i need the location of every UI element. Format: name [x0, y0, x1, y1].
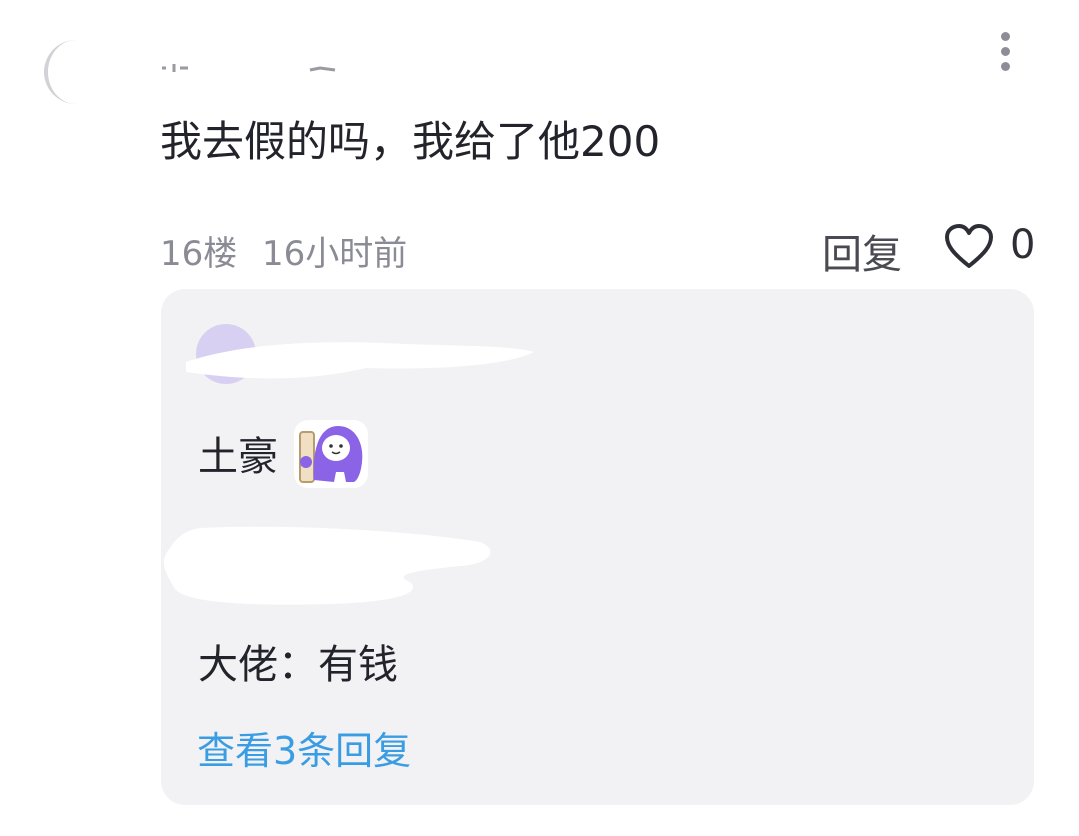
comment-time: 16小时前: [262, 234, 408, 274]
like-count: 0: [1010, 222, 1036, 268]
view-more-replies-link[interactable]: 查看3条回复: [197, 720, 411, 775]
reply-text-1: 土豪: [198, 434, 278, 480]
purple-mascot-sticker-icon: [294, 420, 368, 488]
more-options-icon[interactable]: [996, 32, 1014, 76]
reply-text-2: 大佬：有钱: [198, 642, 398, 688]
floor-number: 16楼: [160, 234, 238, 274]
redacted-quoted-text: [163, 526, 491, 605]
commenter-avatar[interactable]: [44, 40, 108, 104]
reply-button[interactable]: 回复: [822, 222, 902, 280]
like-heart-icon[interactable]: [944, 224, 994, 270]
comment-text: 我去假的吗，我给了他200: [160, 117, 661, 166]
redacted-reply-username: [186, 342, 534, 379]
redacted-username: [162, 64, 336, 72]
